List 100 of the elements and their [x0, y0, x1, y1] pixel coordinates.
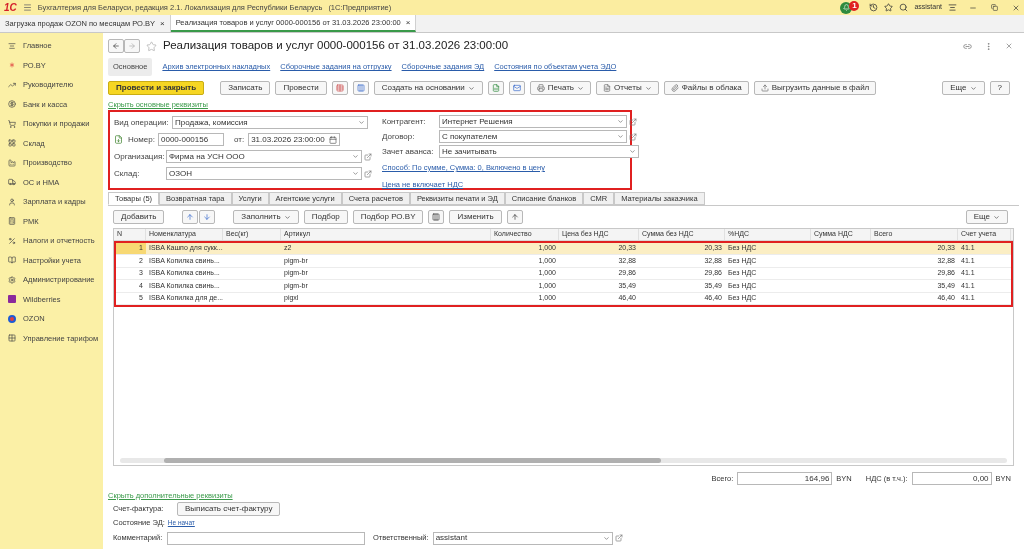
pick-button[interactable]: Подбор	[303, 210, 348, 224]
open-icon[interactable]	[364, 152, 372, 161]
spreadsheet-icon	[491, 84, 500, 92]
bell-icon	[842, 4, 850, 11]
caret-icon	[644, 84, 652, 92]
structure-icon	[356, 84, 365, 92]
fill-button[interactable]: Заполнить	[233, 210, 299, 224]
select-field[interactable]: Фирма на УСН ООО	[166, 150, 362, 163]
caret-icon	[467, 84, 475, 92]
field-label: Склад:	[114, 167, 141, 180]
add-button[interactable]: Добавить	[113, 210, 165, 224]
settings-icon	[8, 275, 16, 284]
grid-icon	[8, 139, 16, 148]
debit-credit-button[interactable]	[331, 81, 348, 95]
move-down-button[interactable]	[199, 210, 216, 224]
move-up-button[interactable]	[182, 210, 199, 224]
printer-icon	[536, 84, 545, 92]
field-label: Вид операции:	[114, 116, 170, 129]
structure-button[interactable]	[352, 81, 369, 95]
notification-button[interactable]	[840, 1, 853, 14]
mail-icon	[512, 84, 521, 92]
vat-field: 0,00	[911, 472, 992, 486]
toolbar-button[interactable]: Записать	[220, 81, 271, 95]
restore-icon[interactable]	[991, 4, 998, 11]
forward-button[interactable]	[124, 39, 140, 53]
excel-button[interactable]	[487, 81, 504, 95]
select-field[interactable]: Продажа, комиссия	[172, 116, 368, 129]
star-icon[interactable]	[884, 3, 894, 12]
sort-button[interactable]	[506, 210, 523, 224]
search-icon[interactable]	[899, 3, 909, 12]
columns-icon	[432, 213, 441, 221]
post-close-button[interactable]: Провести и закрыть	[108, 81, 205, 95]
pick-button[interactable]: Подбор РО.BY	[352, 210, 424, 224]
trend-icon	[8, 80, 16, 89]
number-field[interactable]: 0000-000156	[158, 133, 224, 146]
dropdown-icon[interactable]	[602, 534, 610, 542]
settings-lines-icon[interactable]	[948, 3, 957, 12]
star-icon[interactable]	[146, 40, 157, 52]
comment-field[interactable]	[167, 531, 365, 545]
document-icon[interactable]	[114, 135, 123, 144]
field-label: Зачет аванса:	[382, 145, 435, 158]
select-field[interactable]: Не зачитывать	[439, 145, 639, 158]
horizontal-scrollbar[interactable]	[120, 457, 1007, 463]
book-icon	[8, 256, 16, 265]
open-icon[interactable]	[614, 534, 623, 542]
responsible-field[interactable]: assistant	[432, 531, 613, 545]
toolbar-button[interactable]: Выгрузить данные в файл	[753, 81, 877, 95]
calendar-icon[interactable]	[329, 135, 338, 144]
dropdown-icon[interactable]	[352, 153, 359, 160]
menu-icon	[8, 41, 16, 50]
more-button[interactable]: Еще	[965, 210, 1008, 224]
caret-icon	[283, 213, 291, 221]
select-field[interactable]: ОЗОН	[166, 167, 362, 180]
close-icon[interactable]: ×	[160, 17, 165, 30]
notification-badge: 1	[849, 0, 860, 11]
toolbar-button[interactable]: Файлы в облака	[663, 81, 749, 95]
paperclip-icon	[670, 84, 679, 92]
close-icon[interactable]	[1012, 3, 1020, 12]
invoice-button[interactable]: Выписать счет-фактуру	[177, 501, 281, 516]
toolbar-button[interactable]: Печать	[529, 81, 591, 95]
toolbar-button[interactable]: Отчеты	[596, 81, 659, 95]
dropdown-icon[interactable]	[617, 118, 624, 125]
more-icon[interactable]	[984, 41, 993, 51]
select-field[interactable]: С покупателем	[439, 130, 627, 143]
dropdown-icon[interactable]	[352, 170, 359, 177]
link-icon[interactable]	[963, 41, 972, 51]
toolbar-button[interactable]: Создать на основании	[373, 81, 483, 95]
ledger-icon	[335, 84, 344, 92]
back-button[interactable]	[108, 39, 124, 53]
history-icon[interactable]	[869, 3, 879, 12]
caret-icon	[577, 84, 584, 92]
open-icon[interactable]	[629, 117, 637, 126]
field-label: Номер:	[128, 133, 156, 146]
field-label: Контрагент:	[382, 115, 427, 128]
report-icon	[603, 84, 611, 92]
help-button[interactable]: ?	[989, 81, 1010, 95]
email-button[interactable]	[508, 81, 525, 95]
caret-icon	[969, 84, 977, 92]
truck-icon	[8, 178, 16, 187]
date-field[interactable]: 31.03.2026 23:00:00	[248, 133, 341, 146]
field-label: от:	[234, 133, 245, 146]
open-icon[interactable]	[364, 169, 372, 178]
close-icon[interactable]	[1005, 42, 1013, 50]
menu-icon[interactable]	[22, 3, 32, 12]
dropdown-icon[interactable]	[358, 119, 365, 126]
arrow-left-icon	[112, 42, 120, 50]
close-icon[interactable]: ×	[405, 16, 411, 29]
toolbar-button[interactable]: Провести	[275, 81, 327, 95]
edit-button[interactable]: Изменить	[449, 210, 502, 224]
app-logo: 1С	[4, 1, 17, 15]
total-field: 164,96	[737, 472, 833, 486]
caret-icon	[993, 213, 1000, 221]
dropdown-icon[interactable]	[629, 148, 636, 155]
arrow-right-icon	[128, 42, 136, 50]
dropdown-icon[interactable]	[617, 133, 624, 140]
select-field[interactable]: Интернет Решения	[439, 115, 627, 128]
more-button[interactable]: Еще	[942, 81, 985, 95]
person-icon	[8, 197, 16, 206]
upload-icon	[760, 84, 769, 92]
open-icon[interactable]	[629, 132, 637, 141]
